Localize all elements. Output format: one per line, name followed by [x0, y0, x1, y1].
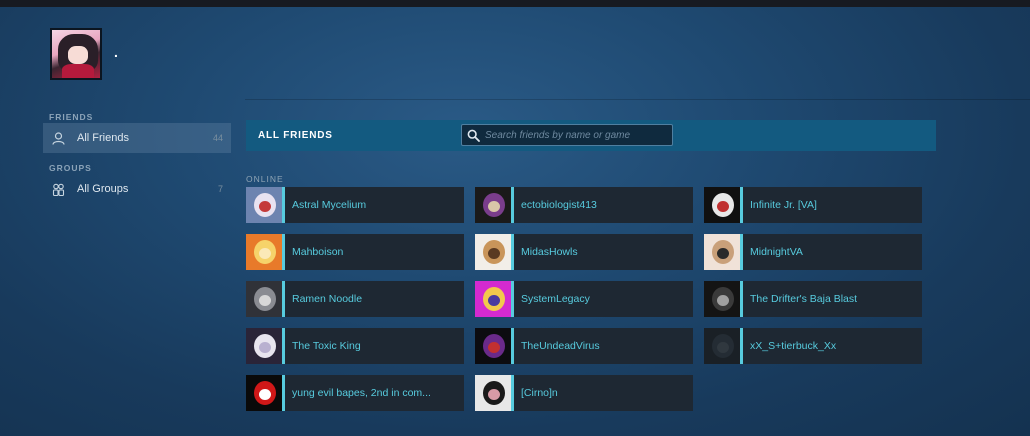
online-status-indicator [282, 187, 285, 223]
online-status-indicator [740, 234, 743, 270]
friend-avatar[interactable] [246, 328, 282, 364]
friend-name[interactable]: Ramen Noodle [292, 293, 362, 305]
friend-name[interactable]: ectobiologist413 [521, 199, 597, 211]
online-status-indicator [511, 375, 514, 411]
friend-avatar[interactable] [475, 375, 511, 411]
sidebar-item-label: All Groups [77, 183, 129, 195]
groups-section-heading: GROUPS [49, 163, 92, 173]
friend-name[interactable]: [Cirno]n [521, 387, 558, 399]
friend-tile[interactable]: TheUndeadVirus [475, 328, 693, 364]
friend-name[interactable]: MidnightVA [750, 246, 803, 258]
online-status-indicator [282, 328, 285, 364]
friend-avatar[interactable] [704, 281, 740, 317]
sidebar-item-all-groups[interactable]: All Groups 7 [43, 174, 231, 204]
online-status-indicator [511, 281, 514, 317]
friend-name[interactable]: Mahboison [292, 246, 343, 258]
friend-name[interactable]: xX_S+tierbuck_Xx [750, 340, 836, 352]
friend-avatar[interactable] [246, 281, 282, 317]
page-title: ALL FRIENDS [258, 130, 333, 141]
online-section-heading: ONLINE [246, 174, 284, 184]
friend-avatar[interactable] [246, 187, 282, 223]
friend-tile[interactable]: xX_S+tierbuck_Xx [704, 328, 922, 364]
friend-tile[interactable]: The Drifter's Baja Blast [704, 281, 922, 317]
friend-name[interactable]: The Toxic King [292, 340, 361, 352]
friend-tile[interactable]: Astral Mycelium [246, 187, 464, 223]
friend-name[interactable]: Astral Mycelium [292, 199, 366, 211]
online-status-indicator [282, 281, 285, 317]
online-status-indicator [511, 187, 514, 223]
online-status-indicator [282, 375, 285, 411]
search-box[interactable] [461, 124, 673, 146]
friend-tile[interactable]: MidasHowls [475, 234, 693, 270]
friend-name[interactable]: The Drifter's Baja Blast [750, 293, 857, 305]
friend-avatar[interactable] [475, 281, 511, 317]
friend-tile[interactable]: The Toxic King [246, 328, 464, 364]
all-friends-header-bar: ALL FRIENDS [246, 120, 936, 151]
profile-avatar[interactable] [50, 28, 102, 80]
sidebar-item-all-friends[interactable]: All Friends 44 [43, 123, 231, 153]
online-status-indicator [511, 328, 514, 364]
friend-name[interactable]: yung evil bapes, 2nd in com... [292, 387, 431, 399]
friend-avatar[interactable] [475, 234, 511, 270]
friend-tile[interactable]: ectobiologist413 [475, 187, 693, 223]
friend-avatar[interactable] [246, 375, 282, 411]
friend-avatar[interactable] [704, 187, 740, 223]
friends-section-heading: FRIENDS [49, 112, 94, 122]
friend-tile[interactable]: yung evil bapes, 2nd in com... [246, 375, 464, 411]
window-top-bar [0, 0, 1030, 7]
friend-name[interactable]: MidasHowls [521, 246, 578, 258]
header-divider [245, 99, 1030, 100]
person-icon [51, 131, 65, 145]
friend-avatar[interactable] [704, 234, 740, 270]
friend-avatar[interactable] [704, 328, 740, 364]
online-status-indicator [282, 234, 285, 270]
search-input[interactable] [485, 129, 672, 141]
friend-tile[interactable]: Infinite Jr. [VA] [704, 187, 922, 223]
friend-avatar[interactable] [246, 234, 282, 270]
friend-tile[interactable]: MidnightVA [704, 234, 922, 270]
friend-name[interactable]: SystemLegacy [521, 293, 590, 305]
friends-count: 44 [212, 133, 223, 143]
online-status-indicator [511, 234, 514, 270]
friend-tile[interactable]: Mahboison [246, 234, 464, 270]
sidebar-item-label: All Friends [77, 132, 129, 144]
friend-tile[interactable]: Ramen Noodle [246, 281, 464, 317]
friend-tile[interactable]: SystemLegacy [475, 281, 693, 317]
friend-avatar[interactable] [475, 328, 511, 364]
friend-tile[interactable]: [Cirno]n [475, 375, 693, 411]
groups-count: 7 [217, 184, 223, 194]
online-status-indicator [740, 187, 743, 223]
group-icon [51, 182, 65, 196]
friend-avatar[interactable] [475, 187, 511, 223]
online-status-indicator [740, 281, 743, 317]
friend-name[interactable]: Infinite Jr. [VA] [750, 199, 817, 211]
search-icon [467, 128, 481, 142]
online-status-indicator [740, 328, 743, 364]
profile-name[interactable]: . [114, 44, 118, 60]
friends-grid: Astral Mycelium ectobiologist413 Infinite … [246, 187, 922, 411]
friend-name[interactable]: TheUndeadVirus [521, 340, 600, 352]
